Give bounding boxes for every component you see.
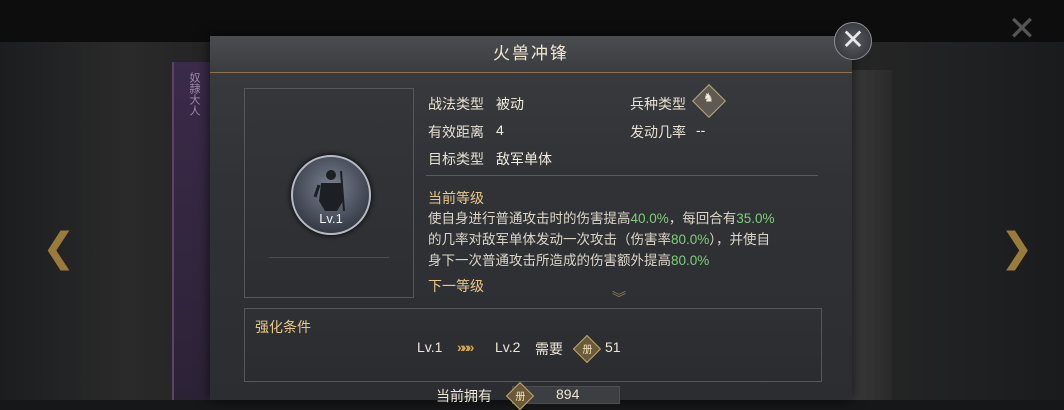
- trigger-rate-value: --: [696, 122, 706, 138]
- tactic-portrait: Lv.1: [291, 155, 371, 235]
- dialog-title: 火兽冲锋: [493, 44, 569, 63]
- desc-highlight: 40.0%: [630, 211, 669, 226]
- book-glyph: 册: [582, 345, 593, 357]
- desc-text: ，每回合有: [668, 211, 737, 226]
- description-line-2: 的几率对敌军单体发动一次攻击（伤害率80.0%），并使自: [428, 229, 820, 250]
- portrait-level-badge: Lv.1: [319, 211, 343, 226]
- previous-arrow-icon[interactable]: ❮: [42, 228, 76, 268]
- range-value: 4: [496, 122, 504, 138]
- current-level-title: 当前等级: [428, 190, 484, 206]
- description-line-3: 身下一次普通攻击所造成的伤害额外提高80.0%: [428, 250, 820, 271]
- desc-text: 使自身进行普通攻击时的伤害提高: [428, 211, 631, 226]
- range-label: 有效距离: [428, 124, 484, 140]
- background-hero-card-text: 奴隷大人: [188, 72, 200, 116]
- owned-label: 当前拥有: [436, 388, 492, 404]
- enhance-to-level: Lv.2: [495, 339, 521, 355]
- book-glyph: 册: [515, 392, 526, 404]
- trigger-rate-label: 发动几率: [630, 124, 686, 140]
- desc-highlight: 80.0%: [671, 232, 710, 247]
- tactic-detail-dialog: 火兽冲锋 ✕ Lv.1 战法类型 被动 兵种类型 ♞ 有效距离 4 发动几率 -…: [210, 22, 872, 410]
- enhance-need-label: 需要: [535, 341, 563, 357]
- enhance-panel: 强化条件 Lv.1 »»» Lv.2 需要 册 51: [244, 308, 822, 382]
- troop-horse-icon: ♞: [703, 90, 714, 105]
- info-divider: [426, 175, 818, 176]
- enhance-need-count: 51: [605, 339, 621, 355]
- scroll-down-icon[interactable]: ︾: [612, 288, 626, 308]
- background-close-icon[interactable]: ✕: [1004, 12, 1040, 48]
- tactic-type-value: 被动: [496, 96, 524, 112]
- tactic-type-label: 战法类型: [428, 96, 484, 112]
- background-right-card: [852, 70, 892, 400]
- desc-highlight: 35.0%: [736, 211, 775, 226]
- level-up-arrows-icon: »»»: [457, 339, 474, 355]
- desc-text: ），并使自: [709, 232, 771, 247]
- next-level-title: 下一等级: [428, 278, 484, 294]
- portrait-plinth: [269, 249, 389, 258]
- troop-type-icon[interactable]: ♞: [692, 84, 726, 118]
- warrior-figure-icon: [313, 170, 345, 211]
- description-line-1: 使自身进行普通攻击时的伤害提高40.0%，每回合有35.0%: [428, 208, 820, 229]
- background-hero-card: 奴隷大人: [172, 62, 214, 400]
- close-button[interactable]: ✕: [834, 22, 872, 60]
- enhance-title: 强化条件: [255, 319, 311, 335]
- next-arrow-icon[interactable]: ❯: [1000, 228, 1034, 268]
- desc-text: 的几率对敌军单体发动一次攻击（伤害率: [428, 232, 671, 247]
- tactic-portrait-panel: Lv.1: [244, 88, 414, 298]
- dialog-title-bar: 火兽冲锋: [210, 36, 852, 73]
- target-type-value: 敌军单体: [496, 151, 552, 167]
- target-type-label: 目标类型: [428, 151, 484, 167]
- current-level-description: 使自身进行普通攻击时的伤害提高40.0%，每回合有35.0% 的几率对敌军单体发…: [428, 208, 820, 271]
- desc-highlight: 80.0%: [671, 253, 710, 268]
- enhance-from-level: Lv.1: [417, 339, 443, 355]
- troop-type-label: 兵种类型: [630, 96, 686, 112]
- tactic-book-icon: 册: [572, 334, 602, 364]
- desc-text: 身下一次普通攻击所造成的伤害额外提高: [428, 253, 671, 268]
